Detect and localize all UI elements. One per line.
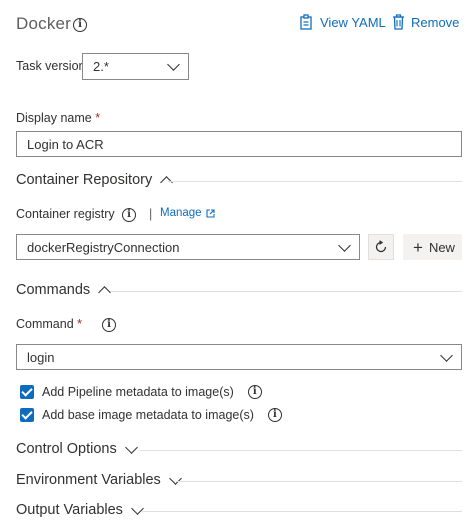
control-options-header[interactable]: Control Options bbox=[16, 440, 138, 457]
task-version-value: 2.* bbox=[93, 59, 109, 74]
control-options-title: Control Options bbox=[16, 441, 117, 457]
view-yaml-link[interactable]: View YAML bbox=[300, 14, 386, 30]
environment-variables-title: Environment Variables bbox=[16, 472, 161, 488]
chevron-down-icon bbox=[440, 348, 453, 362]
clipboard-icon bbox=[300, 14, 312, 30]
chevron-down-icon bbox=[131, 501, 144, 515]
commands-title: Commands bbox=[16, 282, 91, 298]
info-icon[interactable]: i bbox=[102, 318, 116, 332]
container-repository-title: Container Repository bbox=[16, 172, 153, 188]
required-mark: * bbox=[77, 317, 83, 331]
base-image-metadata-label: Add base image metadata to image(s) bbox=[42, 408, 254, 422]
info-icon[interactable]: i bbox=[73, 18, 87, 32]
output-variables-header[interactable]: Output Variables bbox=[16, 501, 144, 518]
external-link-icon bbox=[206, 208, 215, 218]
manage-link[interactable]: Manage bbox=[160, 207, 215, 219]
plus-icon: + bbox=[413, 237, 423, 257]
chevron-up-icon bbox=[98, 285, 112, 299]
section-divider bbox=[110, 291, 462, 292]
container-registry-label: Container registry bbox=[16, 207, 115, 221]
view-yaml-label: View YAML bbox=[320, 14, 386, 30]
refresh-icon bbox=[375, 240, 387, 253]
section-divider bbox=[176, 481, 462, 482]
chevron-down-icon bbox=[338, 238, 351, 252]
environment-variables-header[interactable]: Environment Variables bbox=[16, 471, 182, 488]
output-variables-title: Output Variables bbox=[16, 502, 123, 518]
command-label-text: Command bbox=[16, 317, 74, 331]
info-icon[interactable]: i bbox=[247, 385, 262, 399]
info-icon[interactable]: i bbox=[122, 208, 136, 222]
chevron-down-icon bbox=[168, 471, 182, 485]
remove-label: Remove bbox=[411, 14, 460, 30]
display-name-label-text: Display name bbox=[16, 111, 92, 125]
display-name-value: Login to ACR bbox=[27, 136, 104, 152]
new-button[interactable]: + New bbox=[403, 234, 462, 260]
container-registry-value: dockerRegistryConnection bbox=[27, 239, 180, 255]
manage-label: Manage bbox=[160, 207, 202, 219]
remove-link[interactable]: Remove bbox=[392, 14, 459, 30]
separator: | bbox=[149, 207, 153, 221]
command-select[interactable]: login bbox=[16, 344, 462, 370]
refresh-button[interactable] bbox=[368, 234, 394, 260]
chevron-down-icon bbox=[167, 58, 180, 71]
container-registry-select[interactable]: dockerRegistryConnection bbox=[16, 234, 360, 260]
pipeline-metadata-checkbox[interactable] bbox=[20, 385, 34, 399]
info-icon[interactable]: i bbox=[267, 408, 282, 422]
commands-header[interactable]: Commands bbox=[16, 282, 112, 299]
chevron-up-icon bbox=[160, 175, 174, 189]
section-divider bbox=[168, 181, 462, 182]
pipeline-metadata-option[interactable]: Add Pipeline metadata to image(s) i bbox=[20, 385, 262, 399]
base-image-metadata-option[interactable]: Add base image metadata to image(s) i bbox=[20, 408, 282, 422]
pipeline-metadata-label: Add Pipeline metadata to image(s) bbox=[42, 385, 234, 399]
task-version-label: Task version bbox=[16, 59, 86, 73]
container-repository-header[interactable]: Container Repository bbox=[16, 172, 174, 189]
command-value: login bbox=[27, 349, 55, 365]
new-label: New bbox=[428, 239, 455, 255]
display-name-label: Display name * bbox=[16, 111, 100, 125]
section-divider bbox=[142, 511, 462, 512]
section-divider bbox=[140, 450, 462, 451]
task-version-select[interactable]: 2.* bbox=[82, 53, 189, 80]
display-name-input[interactable]: Login to ACR bbox=[16, 131, 462, 157]
base-image-metadata-checkbox[interactable] bbox=[20, 408, 34, 422]
trash-icon bbox=[393, 14, 404, 30]
required-mark: * bbox=[95, 111, 101, 125]
command-label: Command * bbox=[16, 317, 82, 331]
chevron-down-icon bbox=[124, 440, 138, 454]
task-title: Docker bbox=[16, 14, 72, 33]
